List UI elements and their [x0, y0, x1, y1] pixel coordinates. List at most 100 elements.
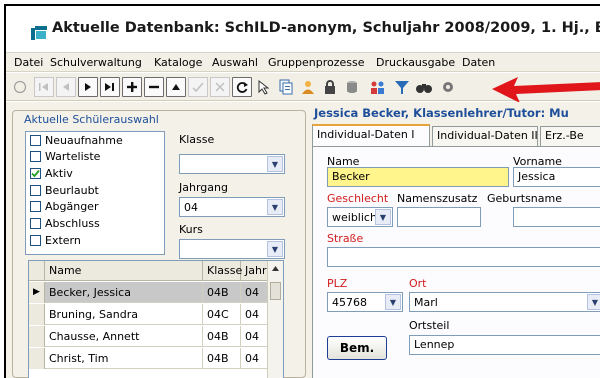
gear-icon[interactable]	[438, 77, 458, 97]
row-pointer-icon: ▶	[29, 282, 45, 303]
grid-scrollbar[interactable]	[267, 261, 283, 378]
first-icon[interactable]	[34, 77, 54, 97]
checkbox-checked[interactable]	[30, 168, 41, 179]
klasse-label: Klasse	[179, 133, 215, 146]
prev-icon[interactable]	[56, 77, 76, 97]
status-extern[interactable]: Extern	[30, 233, 81, 248]
menu-gruppenprozesse[interactable]: Gruppenprozesse	[268, 56, 365, 69]
checkbox[interactable]	[30, 151, 41, 162]
app-window: Aktuelle Datenbank: SchILD-anonym, Schul…	[4, 4, 600, 378]
jahrgang-label: Jahrgang	[179, 181, 228, 194]
user-icon[interactable]	[298, 77, 318, 97]
cell-name[interactable]: Becker, Jessica	[45, 282, 203, 303]
vorname-field[interactable]: Jessica	[513, 167, 600, 187]
column-header-klasse[interactable]: Klasse	[203, 261, 242, 281]
cell-jahr[interactable]: 04	[241, 282, 269, 303]
checkbox[interactable]	[30, 135, 41, 146]
cell-klasse[interactable]: 04B	[203, 348, 241, 369]
menu-druckausgabe[interactable]: Druckausgabe	[376, 56, 455, 69]
cell-jahr[interactable]: 04	[241, 348, 269, 369]
row-indicator-header	[29, 261, 45, 281]
jahrgang-value: 04	[184, 201, 198, 214]
table-row[interactable]: ▶ Becker, Jessica 04B 04	[29, 282, 283, 303]
lock-icon[interactable]	[320, 77, 340, 97]
refresh-icon[interactable]	[232, 77, 252, 97]
cancel-icon[interactable]	[210, 77, 230, 97]
last-icon[interactable]	[100, 77, 120, 97]
table-row[interactable]: Chausse, Annett 04B 04	[29, 326, 283, 347]
scroll-thumb[interactable]	[270, 282, 281, 300]
geburtsname-field[interactable]	[513, 207, 600, 227]
app-icon	[31, 26, 47, 40]
student-selection-panel: Aktuelle Schülerauswahl Neuaufnahme Wart…	[6, 102, 308, 378]
table-row[interactable]: Bruning, Sandra 04C 04	[29, 304, 283, 325]
name-field[interactable]: Becker	[327, 167, 509, 187]
status-abschluss[interactable]: Abschluss	[30, 216, 100, 231]
cell-name[interactable]: Christ, Tim	[45, 348, 203, 369]
chevron-down-icon[interactable]: ▼	[385, 294, 401, 310]
menu-schulverwaltung[interactable]: Schulverwaltung	[50, 56, 142, 69]
up-icon[interactable]	[166, 77, 186, 97]
checkbox[interactable]	[30, 201, 41, 212]
ortsteil-field[interactable]: Lennep	[409, 335, 600, 355]
chevron-down-icon[interactable]: ▼	[267, 199, 283, 215]
kurs-combobox[interactable]: ▼	[179, 239, 285, 259]
status-neuaufnahme[interactable]: Neuaufnahme	[30, 133, 123, 148]
binoculars-icon[interactable]	[414, 77, 434, 97]
scroll-up-icon[interactable]	[268, 261, 283, 277]
cell-name[interactable]: Bruning, Sandra	[45, 304, 203, 325]
circle-icon[interactable]	[10, 77, 30, 97]
strasse-field[interactable]	[327, 247, 600, 267]
row-indicator	[29, 304, 45, 325]
column-header-name[interactable]: Name	[45, 261, 203, 281]
column-header-jahr[interactable]: Jahr	[241, 261, 269, 281]
cell-klasse[interactable]: 04B	[203, 282, 241, 303]
status-aktiv[interactable]: Aktiv	[30, 166, 73, 181]
checkbox[interactable]	[30, 218, 41, 229]
tab-individual-daten-2[interactable]: Individual-Daten II	[432, 126, 538, 146]
status-warteliste[interactable]: Warteliste	[30, 149, 100, 164]
student-grid: Name Klasse Jahr ▶ Becker, Jessica 04B 0…	[28, 260, 284, 378]
geschlecht-value: weiblich	[332, 211, 377, 224]
checkbox[interactable]	[30, 235, 41, 246]
status-abgaenger[interactable]: Abgänger	[30, 199, 98, 214]
ort-combobox[interactable]: Marl ▼	[409, 292, 600, 312]
chevron-down-icon[interactable]: ▼	[375, 209, 391, 225]
menu-kataloge[interactable]: Kataloge	[154, 56, 202, 69]
people-icon[interactable]	[368, 77, 388, 97]
table-row[interactable]: Christ, Tim 04B 04	[29, 348, 283, 369]
next-icon[interactable]	[78, 77, 98, 97]
checkbox[interactable]	[30, 185, 41, 196]
plus-icon[interactable]	[122, 77, 142, 97]
copy-icon[interactable]	[276, 77, 296, 97]
student-header: Jessica Becker, Klassenlehrer/Tutor: Mu	[314, 106, 569, 120]
geschlecht-combobox[interactable]: weiblich ▼	[327, 207, 393, 227]
tab-individual-daten-1[interactable]: Individual-Daten I	[312, 124, 430, 147]
chevron-down-icon[interactable]: ▼	[267, 156, 283, 172]
namenszusatz-field[interactable]	[397, 207, 481, 227]
status-beurlaubt[interactable]: Beurlaubt	[30, 183, 99, 198]
pointer-icon[interactable]	[254, 77, 274, 97]
filter-icon[interactable]	[392, 77, 412, 97]
chevron-down-icon[interactable]: ▼	[267, 241, 283, 257]
cell-klasse[interactable]: 04C	[203, 304, 241, 325]
menu-datei[interactable]: Datei	[14, 56, 43, 69]
minus-icon[interactable]	[144, 77, 164, 97]
cell-klasse[interactable]: 04B	[203, 326, 241, 347]
grid-header: Name Klasse Jahr	[29, 261, 283, 281]
plz-combobox[interactable]: 45768 ▼	[327, 292, 403, 312]
cell-name[interactable]: Chausse, Annett	[45, 326, 203, 347]
jahrgang-combobox[interactable]: 04 ▼	[179, 197, 285, 217]
cell-jahr[interactable]: 04	[241, 326, 269, 347]
check-icon[interactable]	[188, 77, 208, 97]
tab-erz-be[interactable]: Erz.-Be	[540, 126, 600, 146]
klasse-combobox[interactable]: ▼	[179, 154, 285, 174]
chevron-down-icon[interactable]: ▼	[587, 294, 600, 310]
cylinder-icon[interactable]	[342, 77, 362, 97]
checkmark-icon	[31, 169, 40, 178]
cell-jahr[interactable]: 04	[241, 304, 269, 325]
menu-daten[interactable]: Daten	[462, 56, 495, 69]
menu-auswahl[interactable]: Auswahl	[212, 56, 258, 69]
detail-tabs: Individual-Daten I Individual-Daten II E…	[312, 124, 600, 147]
bemerkung-button[interactable]: Bem.	[327, 336, 387, 360]
